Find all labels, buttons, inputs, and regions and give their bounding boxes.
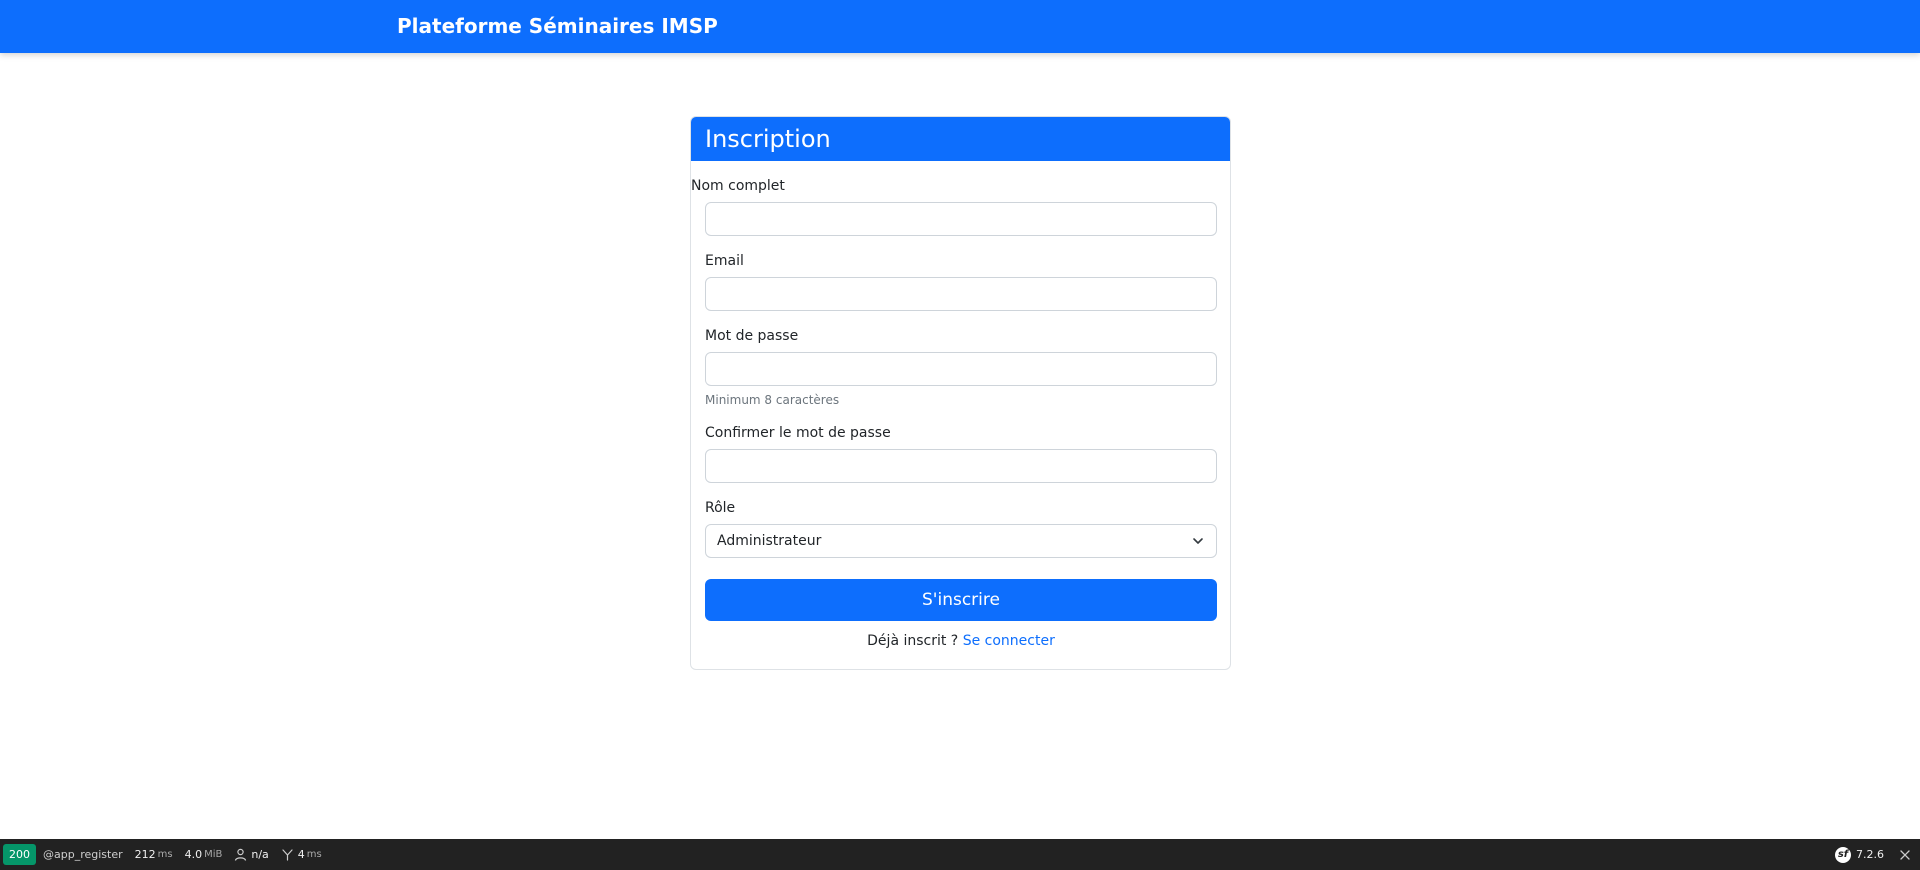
registration-form: Nom complet Email Mot de passe Minimum 8… xyxy=(691,161,1230,667)
card-title: Inscription xyxy=(705,125,831,153)
email-input[interactable] xyxy=(705,277,1217,311)
user-value: n/a xyxy=(251,848,269,861)
email-label: Email xyxy=(705,253,744,269)
full-name-label: Nom complet xyxy=(691,178,785,194)
navbar-brand[interactable]: Plateforme Séminaires IMSP xyxy=(397,13,718,39)
confirm-password-input[interactable] xyxy=(705,449,1217,483)
role-select[interactable]: Administrateur xyxy=(705,524,1217,558)
route-name[interactable]: @app_register xyxy=(43,848,123,861)
database-icon xyxy=(281,848,294,861)
request-time-value: 212 xyxy=(134,848,156,861)
database-time[interactable]: 4 ms xyxy=(281,848,322,861)
password-label: Mot de passe xyxy=(705,328,799,344)
password-help-text: Minimum 8 caractères xyxy=(705,393,840,407)
role-selected-value: Administrateur xyxy=(717,533,822,549)
chevron-down-icon xyxy=(1192,535,1204,547)
login-prompt: Déjà inscrit ? Se connecter xyxy=(705,632,1217,650)
role-label: Rôle xyxy=(705,500,736,516)
password-input[interactable] xyxy=(705,352,1217,386)
status-badge[interactable]: 200 xyxy=(3,844,36,865)
debug-toolbar: 200 @app_register 212 ms 4.0 MiB n/a 4 m… xyxy=(0,839,1920,870)
database-time-unit: ms xyxy=(306,849,322,860)
login-link[interactable]: Se connecter xyxy=(963,633,1055,649)
symfony-version[interactable]: sf 7.2.6 xyxy=(1835,846,1884,863)
close-icon[interactable] xyxy=(1900,849,1910,860)
memory-usage[interactable]: 4.0 MiB xyxy=(185,848,223,861)
request-time-unit: ms xyxy=(157,849,173,860)
symfony-logo-icon: sf xyxy=(1835,846,1851,863)
memory-value: 4.0 xyxy=(184,848,203,861)
card-header: Inscription xyxy=(691,117,1230,161)
full-name-input[interactable] xyxy=(705,202,1217,236)
memory-unit: MiB xyxy=(204,849,223,860)
security-user[interactable]: n/a xyxy=(234,848,269,861)
confirm-password-label: Confirmer le mot de passe xyxy=(705,425,891,441)
registration-card: Inscription Nom complet Email Mot de pas… xyxy=(690,116,1231,670)
request-time[interactable]: 212 ms xyxy=(135,848,173,861)
navbar: Plateforme Séminaires IMSP xyxy=(0,0,1920,53)
register-button[interactable]: S'inscrire xyxy=(705,579,1217,621)
login-prompt-text: Déjà inscrit ? xyxy=(867,633,959,649)
database-time-value: 4 xyxy=(297,848,305,861)
symfony-version-value: 7.2.6 xyxy=(1856,848,1884,861)
user-icon xyxy=(234,848,247,861)
toolbar-right: sf 7.2.6 xyxy=(1823,846,1920,863)
